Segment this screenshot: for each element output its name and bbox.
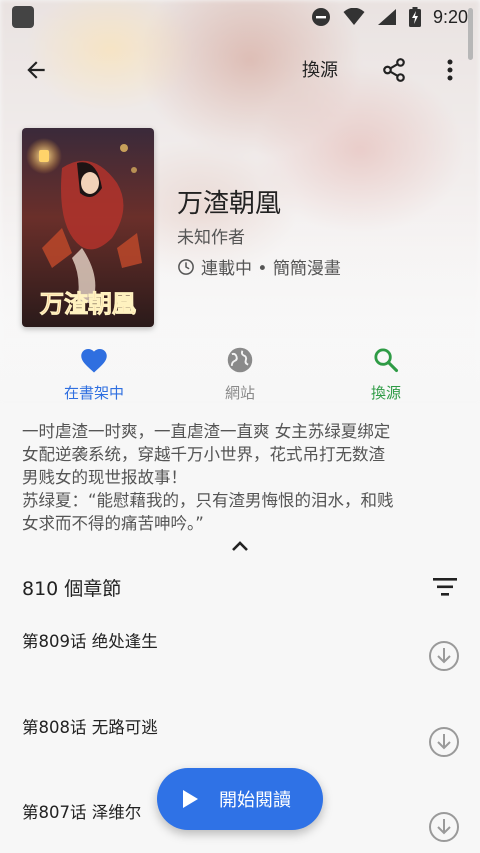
chapter-row[interactable]: 第808话 无路可逃	[22, 714, 462, 774]
in-bookshelf-label: 在書架中	[63, 384, 124, 402]
back-button[interactable]	[18, 54, 54, 86]
chapter-title: 第808话 无路可逃	[22, 718, 158, 737]
arrow-back-icon	[27, 61, 45, 79]
status-time: 9:20	[432, 6, 468, 27]
share-icon	[383, 58, 405, 82]
sort-icon	[433, 578, 457, 596]
book-status-text: 連載中 • 簡簡漫畫	[201, 259, 341, 279]
download-icon	[429, 812, 459, 842]
chapter-title: 第807话 泽维尔	[22, 803, 142, 822]
heart-icon	[81, 349, 107, 373]
chapter-row[interactable]: 第809话 绝处逢生	[22, 628, 462, 688]
more-options-button[interactable]	[438, 52, 462, 88]
change-source-label: 換源	[370, 384, 401, 402]
book-author: 未知作者	[177, 228, 245, 248]
description-line: 男贱女的现世报故事！	[22, 468, 187, 487]
start-reading-button[interactable]: 開始閱讀	[157, 768, 323, 830]
action-row: 在書架中 網站 換源	[0, 346, 480, 408]
wifi-icon	[343, 8, 365, 25]
cover-title-art: 万渣朝凰	[40, 290, 136, 318]
do-not-disturb-icon	[311, 8, 330, 26]
book-status: 連載中 • 簡簡漫畫	[177, 254, 341, 279]
description-line: 女求而不得的痛苦呻吟。”	[22, 514, 204, 533]
clock-icon	[178, 258, 194, 275]
signal-icon	[377, 9, 396, 25]
chapter-title: 第809话 绝处逢生	[22, 632, 158, 651]
website-button[interactable]: 網站	[180, 346, 300, 403]
notification-icon	[12, 6, 34, 28]
globe-icon	[227, 347, 253, 373]
search-icon	[374, 348, 399, 373]
collapse-description-button[interactable]	[226, 535, 254, 557]
website-label: 網站	[224, 384, 255, 402]
book-title: 万渣朝凰	[177, 189, 282, 219]
share-button[interactable]	[376, 52, 412, 88]
download-button[interactable]	[428, 640, 462, 674]
description-line: 苏绿夏：“能慰藉我的，只有渣男悔恨的泪水，和贱	[22, 491, 394, 510]
in-bookshelf-button[interactable]: 在書架中	[34, 346, 154, 403]
top-toolbar: 換源	[0, 44, 480, 96]
change-source-button[interactable]: 換源	[302, 56, 338, 82]
start-reading-label: 開始閱讀	[219, 790, 291, 811]
download-button[interactable]	[428, 811, 462, 845]
sort-button[interactable]	[430, 575, 460, 599]
status-bar: 9:20	[0, 0, 480, 34]
scrollbar-thumb[interactable]	[468, 8, 473, 60]
chevron-up-icon	[232, 541, 248, 551]
download-button[interactable]	[428, 726, 462, 760]
book-description: 一时虐渣一时爽，一直虐渣一直爽 女主苏绿夏绑定 女配逆袭系统，穿越千万小世界，花…	[22, 420, 458, 535]
chapter-count: 810 個章節	[22, 578, 122, 600]
status-icons: 9:20	[311, 7, 468, 28]
battery-charging-icon	[408, 7, 421, 27]
description-line: 女配逆袭系统，穿越千万小世界，花式吊打无数渣	[22, 445, 385, 464]
play-icon	[183, 790, 198, 808]
change-source-action-button[interactable]: 換源	[326, 346, 446, 403]
download-icon	[429, 727, 459, 757]
more-vert-icon	[447, 59, 453, 81]
description-line: 一时虐渣一时爽，一直虐渣一直爽 女主苏绿夏绑定	[22, 422, 391, 441]
book-cover[interactable]: 万渣朝凰	[22, 128, 154, 327]
download-icon	[429, 641, 459, 671]
